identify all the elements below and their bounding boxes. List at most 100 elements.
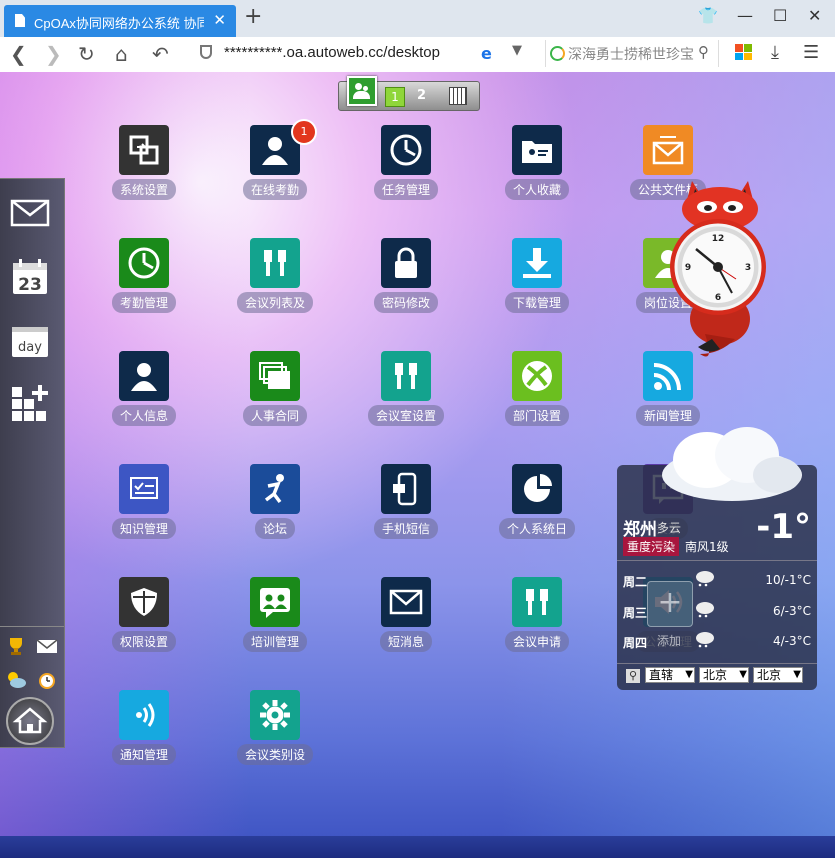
user-group-icon[interactable]: [347, 76, 377, 106]
page-1-button[interactable]: 1: [385, 87, 405, 107]
plug-icon[interactable]: [250, 238, 300, 288]
runner-icon[interactable]: [250, 464, 300, 514]
small-mail-icon[interactable]: [36, 635, 58, 657]
plug-icon[interactable]: [381, 351, 431, 401]
district-select[interactable]: 北京: [753, 667, 803, 683]
app-label: 会议申请: [504, 631, 570, 652]
forward-button[interactable]: ❯: [45, 42, 62, 66]
weather-small-icon[interactable]: [5, 669, 27, 691]
app-label: 个人信息: [111, 405, 177, 426]
trophy-icon[interactable]: [5, 635, 27, 657]
shield-icon[interactable]: [119, 577, 169, 627]
app-tile[interactable]: 考勤管理: [89, 238, 199, 324]
menu-icon[interactable]: ☰: [803, 42, 819, 63]
apps-grid-icon[interactable]: [735, 44, 752, 60]
app-tile[interactable]: 会议列表及: [220, 238, 330, 324]
tab-close-icon[interactable]: ✕: [213, 11, 226, 29]
app-tile[interactable]: 系统设置: [89, 125, 199, 211]
home-icon[interactable]: [6, 697, 54, 745]
app-tile[interactable]: 知识管理: [89, 464, 199, 550]
tile-add-icon[interactable]: [10, 383, 50, 423]
phone-icon[interactable]: [381, 464, 431, 514]
home-button[interactable]: ⌂: [115, 42, 128, 66]
grid-view-icon[interactable]: [449, 87, 467, 105]
group-chat-icon[interactable]: [250, 577, 300, 627]
url-field[interactable]: **********.oa.autoweb.cc/desktop e ▼: [200, 40, 535, 67]
page-2-button[interactable]: 2: [417, 88, 426, 103]
app-tile[interactable]: 密码修改: [351, 238, 461, 324]
day-view-icon[interactable]: day: [10, 321, 50, 361]
calendar-icon[interactable]: 23: [10, 257, 50, 297]
skin-icon[interactable]: 👕: [698, 6, 718, 25]
fox-clock-widget[interactable]: 12 3 6 9: [660, 169, 780, 359]
wind-info: 南风1级: [685, 540, 729, 554]
swap-icon[interactable]: [119, 125, 169, 175]
app-label: 密码修改: [373, 292, 439, 313]
search-icon[interactable]: ⚲: [626, 669, 640, 683]
app-tile[interactable]: 通知管理: [89, 690, 199, 776]
app-tile[interactable]: 在线考勤 1: [220, 119, 330, 211]
new-tab-button[interactable]: +: [244, 4, 262, 29]
address-bar: ❮ ❯ ↻ ⌂ ↶ **********.oa.autoweb.cc/deskt…: [0, 37, 835, 73]
close-window-button[interactable]: ✕: [808, 6, 821, 25]
add-app-button[interactable]: +: [647, 581, 693, 627]
province-select[interactable]: 直辖: [645, 667, 695, 683]
app-tile[interactable]: 短消息: [351, 577, 461, 663]
signal-icon[interactable]: [119, 690, 169, 740]
add-app-label: 添加: [657, 634, 682, 648]
reload-button[interactable]: ↻: [78, 42, 95, 66]
search-box[interactable]: 深海勇士捞稀世珍宝 ⚲: [545, 40, 719, 67]
app-tile[interactable]: 个人信息: [89, 351, 199, 437]
app-tile[interactable]: 会议室设置: [351, 351, 461, 437]
app-tile[interactable]: 会议类别设: [220, 690, 330, 776]
maximize-button[interactable]: ☐: [773, 6, 787, 25]
pie-icon[interactable]: [512, 464, 562, 514]
app-tile[interactable]: 会议申请: [482, 577, 592, 663]
app-label: 在线考勤: [242, 179, 308, 200]
chevron-down-icon[interactable]: ▼: [512, 43, 522, 58]
mail-icon[interactable]: [10, 193, 50, 233]
app-tile[interactable]: 个人收藏: [482, 125, 592, 211]
app-tile[interactable]: 个人系统日: [482, 464, 592, 550]
app-label: 任务管理: [373, 179, 439, 200]
app-label: 考勤管理: [111, 292, 177, 313]
ie-engine-icon[interactable]: e: [481, 44, 492, 63]
weather-temperature: -1°: [756, 507, 811, 547]
xbox-icon[interactable]: [512, 351, 562, 401]
folder-card-icon[interactable]: [512, 125, 562, 175]
app-tile[interactable]: 下载管理: [482, 238, 592, 324]
minimize-button[interactable]: —: [737, 6, 753, 25]
cloud-snow-icon: [696, 602, 714, 618]
windows-icon[interactable]: [250, 351, 300, 401]
clock-icon[interactable]: [119, 238, 169, 288]
undo-close-button[interactable]: ↶: [152, 42, 169, 66]
person-icon[interactable]: [119, 351, 169, 401]
app-tile[interactable]: 权限设置: [89, 577, 199, 663]
app-tile[interactable]: 论坛: [220, 464, 330, 550]
lock-icon[interactable]: [381, 238, 431, 288]
browser-tab[interactable]: CpOAx协同网络办公系统 协同网 ✕: [4, 5, 236, 37]
download-icon[interactable]: [512, 238, 562, 288]
app-tile[interactable]: 部门设置: [482, 351, 592, 437]
app-tile[interactable]: 手机短信: [351, 464, 461, 550]
app-tile[interactable]: 培训管理: [220, 577, 330, 663]
app-label: 会议室设置: [367, 405, 445, 426]
mail-icon[interactable]: [381, 577, 431, 627]
search-placeholder: 深海勇士捞稀世珍宝: [568, 47, 694, 63]
app-tile[interactable]: 任务管理: [351, 125, 461, 211]
app-label: 会议列表及: [236, 292, 314, 313]
clock-icon[interactable]: [381, 125, 431, 175]
checklist-icon[interactable]: [119, 464, 169, 514]
envelope-open-icon[interactable]: [643, 125, 693, 175]
app-label: 部门设置: [504, 405, 570, 426]
search-icon[interactable]: ⚲: [698, 43, 709, 61]
document-icon: [15, 14, 25, 27]
plug-icon[interactable]: [512, 577, 562, 627]
weather-condition: 多云: [657, 521, 682, 535]
city-select[interactable]: 北京: [699, 667, 749, 683]
download-icon[interactable]: ⤓: [771, 42, 779, 63]
back-button[interactable]: ❮: [10, 42, 27, 66]
gear-icon[interactable]: [250, 690, 300, 740]
app-tile[interactable]: 人事合同: [220, 351, 330, 437]
alarm-clock-icon[interactable]: [36, 669, 58, 691]
